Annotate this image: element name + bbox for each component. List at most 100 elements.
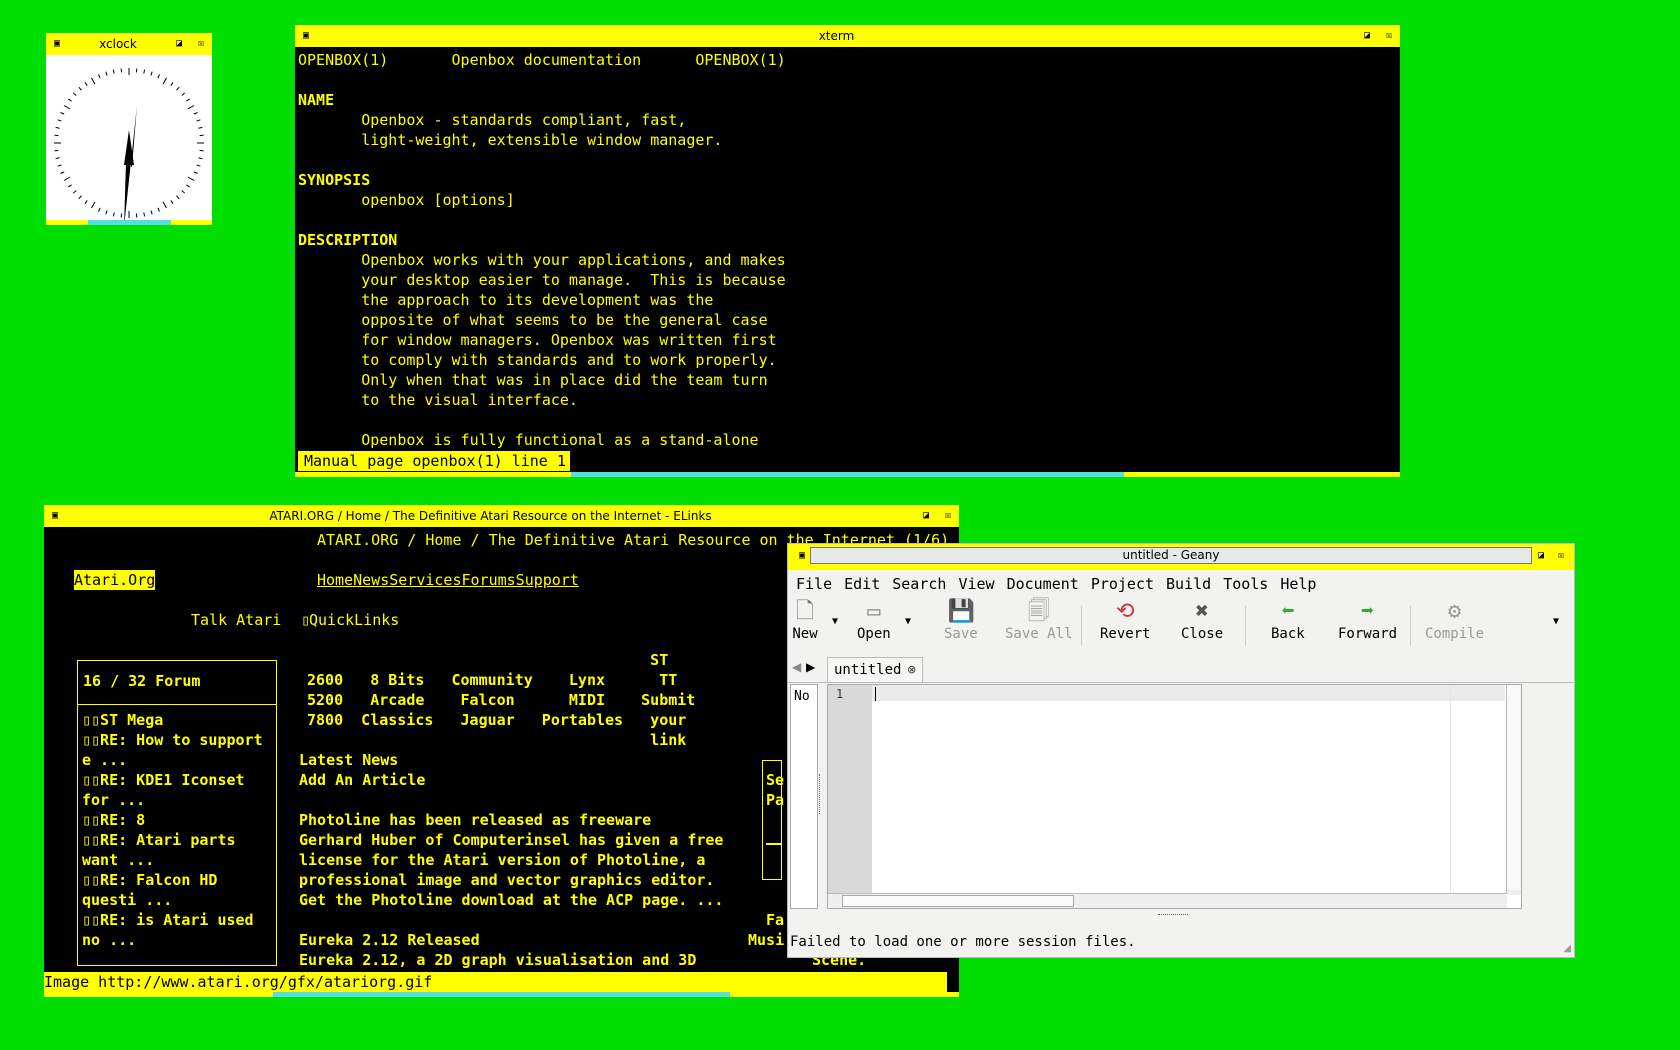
forum-list[interactable]: ▯▯ST Mega ▯▯RE: How to support e ... ▯▯RE: … — [82, 710, 263, 950]
vertical-scrollbar[interactable] — [1506, 685, 1521, 895]
compile-button[interactable]: ⚙ Compile — [1425, 600, 1484, 643]
sidebar-panel[interactable]: No — [790, 684, 818, 909]
category-row[interactable]: link — [307, 730, 695, 750]
terminal-line: the approach to its development was the — [298, 291, 714, 309]
clock-tick — [78, 86, 82, 91]
maximize-icon[interactable]: ◪ — [919, 509, 933, 523]
window-menu-icon[interactable]: ▣ — [48, 509, 62, 523]
pager-status-line: Manual page openbox(1) line 1 — [298, 451, 570, 471]
news-line[interactable]: professional image and vector graphics e… — [299, 870, 723, 890]
maximize-icon[interactable]: ◪ — [172, 37, 186, 51]
quicklinks-link[interactable]: QuickLinks — [309, 610, 399, 630]
revert-button[interactable]: ⟲ Revert — [1100, 600, 1151, 643]
close-icon[interactable]: ☒ — [941, 509, 955, 523]
save-button[interactable]: 💾 Save — [944, 600, 978, 643]
close-tab-icon[interactable]: ⊗ — [907, 662, 915, 678]
save-all-button[interactable]: 🗐 Save All — [1005, 600, 1072, 643]
forward-button[interactable]: ➡ Forward — [1338, 600, 1397, 643]
nav-links[interactable]: HomeNewsServicesForumsSupport — [317, 570, 579, 590]
clock-tick — [198, 126, 203, 129]
clock-tick — [186, 184, 190, 188]
geany-title: untitled - Geany — [810, 547, 1532, 564]
category-links[interactable]: ST 2600 8 Bits Community Lynx TT 5200 Arca… — [307, 650, 695, 750]
close-icon[interactable]: ☒ — [1554, 549, 1568, 563]
xclock-titlebar[interactable]: ▣ xclock ◪ ☒ — [46, 33, 212, 55]
forum-item[interactable]: ▯▯RE: is Atari used — [82, 910, 263, 930]
resize-grip-icon[interactable]: ◢ — [1563, 943, 1571, 954]
forum-item[interactable]: ▯▯RE: How to support — [82, 730, 263, 750]
forum-item[interactable]: ▯▯RE: KDE1 Iconset — [82, 770, 263, 790]
menu-edit[interactable]: Edit — [844, 575, 880, 593]
terminal-output[interactable]: OPENBOX(1) Openbox documentation OPENBOX… — [298, 50, 1400, 477]
tab-scroll-left-icon[interactable]: ◀ — [792, 660, 801, 674]
site-link[interactable]: Atari.Org — [74, 570, 156, 590]
forum-item[interactable]: for ... — [82, 790, 263, 810]
news-line[interactable]: Add An Article — [299, 770, 723, 790]
tab-scroll-right-icon[interactable]: ▶ — [806, 660, 815, 674]
window-menu-icon[interactable]: ▣ — [50, 37, 64, 51]
code-editor[interactable]: 1 — [827, 684, 1522, 909]
horizontal-scrollbar[interactable] — [828, 893, 1507, 908]
news-line[interactable]: license for the Atari version of Photoli… — [299, 850, 723, 870]
pane-resize-handle[interactable] — [1158, 914, 1188, 918]
tab-untitled[interactable]: untitled ⊗ — [827, 657, 923, 682]
maximize-icon[interactable]: ◪ — [1534, 549, 1548, 563]
close-icon[interactable]: ☒ — [1382, 29, 1396, 43]
category-row[interactable]: 7800 Classics Jaguar Portables your — [307, 710, 695, 730]
news-line[interactable] — [299, 910, 723, 930]
forum-item[interactable]: ▯▯RE: Atari parts — [82, 830, 263, 850]
terminal-line: for window managers. Openbox was written… — [298, 331, 777, 349]
menu-project[interactable]: Project — [1091, 575, 1154, 593]
tab-bar: ◀ ▶ untitled ⊗ — [788, 656, 1574, 683]
category-row[interactable]: 2600 8 Bits Community Lynx TT — [307, 670, 695, 690]
category-row[interactable]: ST — [307, 650, 695, 670]
back-button[interactable]: ⬅ Back — [1271, 600, 1305, 643]
news-line[interactable]: Photoline has been released as freeware — [299, 810, 723, 830]
menu-search[interactable]: Search — [892, 575, 946, 593]
forum-item[interactable]: want ... — [82, 850, 263, 870]
h-scrollbar-thumb[interactable] — [842, 895, 1074, 907]
forum-item[interactable]: ▯▯RE: 8 — [82, 810, 263, 830]
news-line[interactable]: Eureka 2.12 Released — [299, 930, 723, 950]
folder-icon: ▭ — [867, 599, 881, 624]
news-line[interactable]: Get the Photoline download at the ACP pa… — [299, 890, 723, 910]
menu-view[interactable]: View — [958, 575, 994, 593]
forum-item[interactable]: e ... — [82, 750, 263, 770]
news-line[interactable]: Eureka 2.12, a 2D graph visualisation an… — [299, 950, 723, 970]
menu-build[interactable]: Build — [1166, 575, 1211, 593]
window-menu-icon[interactable]: ▣ — [795, 549, 809, 563]
xterm-titlebar[interactable]: ▣ xterm ◪ ☒ — [295, 25, 1400, 47]
xterm-window[interactable]: ▣ xterm ◪ ☒ OPENBOX(1) Openbox documenta… — [295, 25, 1400, 477]
news-line[interactable] — [299, 790, 723, 810]
clock-tick — [60, 112, 65, 115]
elinks-titlebar[interactable]: ▣ ATARI.ORG / Home / The Definitive Atar… — [44, 505, 959, 527]
window-menu-icon[interactable]: ▣ — [299, 29, 313, 43]
xclock-title: xclock — [99, 37, 137, 51]
maximize-icon[interactable]: ◪ — [1360, 29, 1374, 43]
menu-file[interactable]: File — [796, 575, 832, 593]
forum-item[interactable]: no ... — [82, 930, 263, 950]
forum-item[interactable]: questi ... — [82, 890, 263, 910]
news-line[interactable]: Latest News — [299, 750, 723, 770]
menu-tools[interactable]: Tools — [1223, 575, 1268, 593]
menu-help[interactable]: Help — [1280, 575, 1316, 593]
forum-item[interactable]: ▯▯RE: Falcon HD — [82, 870, 263, 890]
forum-item[interactable]: ▯▯ST Mega — [82, 710, 263, 730]
open-dropdown-icon[interactable]: ▼ — [905, 616, 911, 627]
new-dropdown-icon[interactable]: ▼ — [832, 616, 838, 627]
category-row[interactable]: 5200 Arcade Falcon MIDI Submit — [307, 690, 695, 710]
geany-titlebar[interactable]: ▣ untitled - Geany ◪ ☒ — [788, 544, 1574, 570]
open-button[interactable]: ▭ Open — [857, 599, 891, 643]
menu-document[interactable]: Document — [1007, 575, 1079, 593]
clock-tick — [196, 119, 201, 122]
close-file-button[interactable]: ✖ Close — [1181, 600, 1223, 643]
pane-resize-handle[interactable] — [819, 774, 824, 814]
clock-tick — [162, 201, 167, 209]
news-list[interactable]: Latest News Add An Article Photoline has … — [299, 750, 723, 970]
geany-window[interactable]: ▣ untitled - Geany ◪ ☒ File Edit Search … — [787, 543, 1575, 958]
news-line[interactable]: Gerhard Huber of Computerinsel has given… — [299, 830, 723, 850]
toolbar-overflow-icon[interactable]: ▼ — [1553, 616, 1559, 627]
new-button[interactable]: 🗋 New — [792, 600, 818, 643]
scrollbar-thumb[interactable] — [1507, 685, 1521, 890]
close-icon[interactable]: ☒ — [194, 37, 208, 51]
